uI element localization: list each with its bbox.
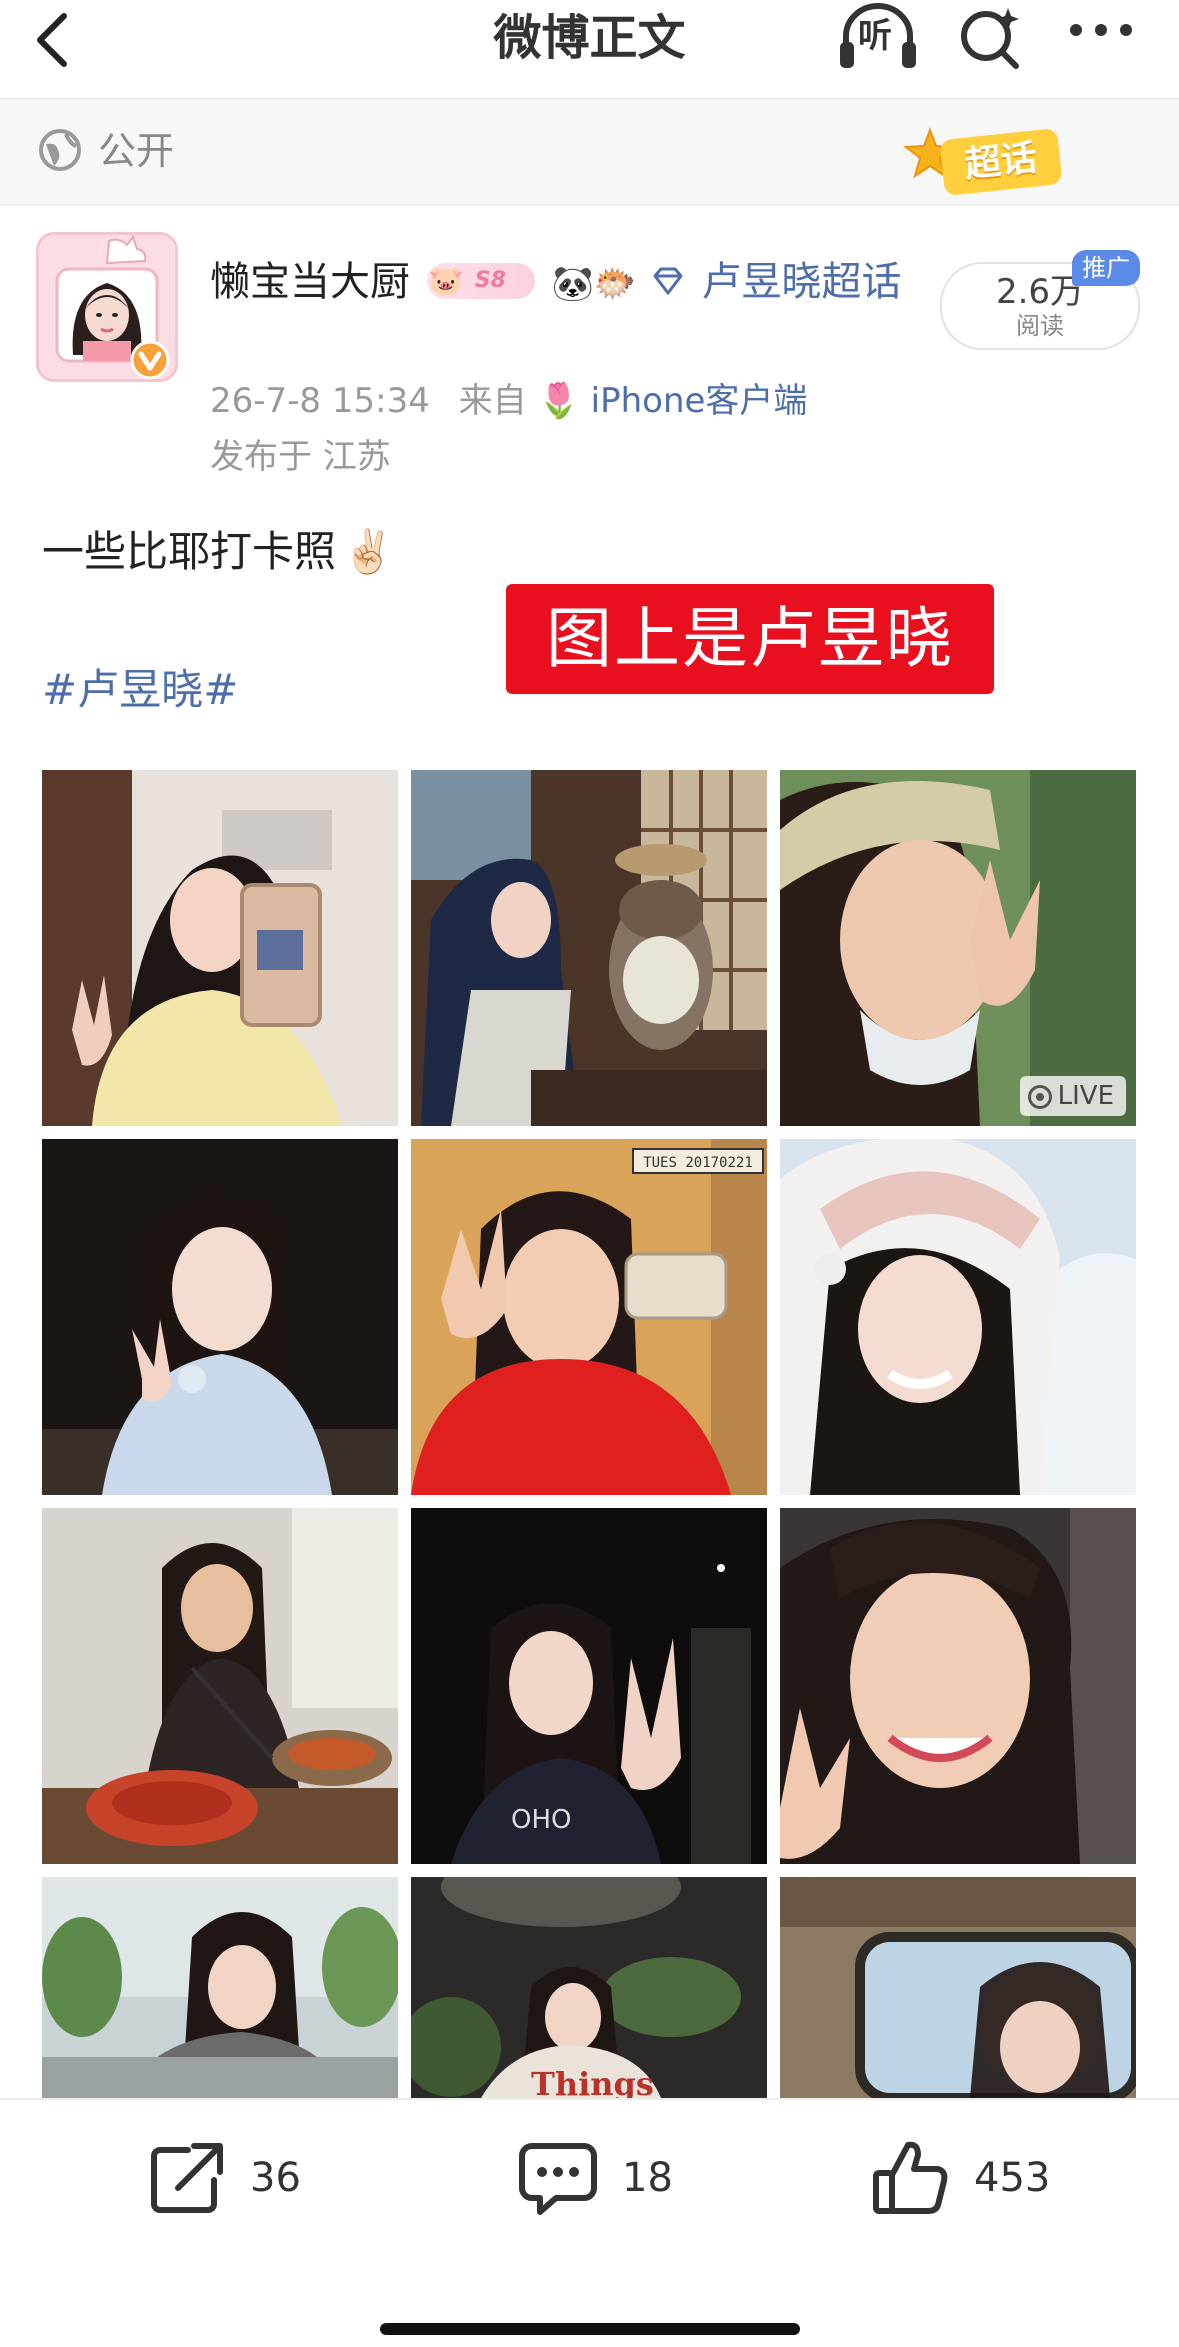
thumbs-up-icon: [873, 2141, 948, 2214]
photo-7[interactable]: [42, 1508, 398, 1864]
tulip-icon: 🌷: [537, 381, 580, 421]
post-time: 26-7-8 15:34: [210, 381, 430, 421]
live-photo-icon: [1027, 1084, 1052, 1109]
supertopic-link[interactable]: 卢昱晓超话: [702, 259, 902, 305]
post-meta: 26-7-8 15:34 来自 🌷 iPhone客户端: [210, 378, 807, 424]
hashtag-link[interactable]: #卢昱晓#: [42, 660, 238, 720]
live-badge[interactable]: LIVE: [1019, 1076, 1126, 1116]
globe-icon: [39, 129, 81, 171]
sweater-text: Things: [531, 2065, 654, 2098]
supertopic-label: 超话: [939, 127, 1063, 197]
post-location: 发布于 江苏: [210, 437, 391, 477]
photo-4-image: [42, 1139, 398, 1495]
comment-icon: [519, 2143, 597, 2215]
share-icon: [151, 2143, 223, 2213]
photo-3-image: [780, 770, 1136, 1126]
photo-6-image: [780, 1139, 1136, 1495]
visibility-label: 公开: [98, 129, 175, 173]
photo-3[interactable]: LIVE: [780, 770, 1136, 1126]
level-badge: 🐷 S8: [426, 263, 535, 299]
like-button[interactable]: 453: [872, 2138, 1050, 2218]
read-label: 阅读: [1016, 312, 1064, 340]
photo-9-image: [780, 1508, 1136, 1864]
author-name-line: 懒宝当大厨 🐷 S8 🐼🐡 卢昱晓超话: [210, 254, 910, 312]
like-count: 453: [974, 2155, 1051, 2201]
photo-11-image: Things: [411, 1877, 767, 2098]
victory-hand-icon: ✌🏻: [342, 527, 395, 576]
supertopic-badge[interactable]: 超话: [903, 118, 1072, 198]
photo-5-image: TUES 20170221: [411, 1139, 767, 1495]
promo-badge: 推广: [1072, 250, 1140, 286]
bunny-icon: 🐷: [428, 264, 464, 297]
source-link[interactable]: iPhone客户端: [591, 381, 808, 421]
photo-2[interactable]: [411, 770, 767, 1126]
post-text-line: 一些比耶打卡照 ✌🏻: [42, 522, 394, 582]
source-prefix: 来自: [458, 381, 527, 421]
photo-1[interactable]: [42, 770, 398, 1126]
photo-6[interactable]: [780, 1139, 1136, 1495]
top-nav-bar: 微博正文 听: [0, 0, 1179, 100]
listen-button[interactable]: 听: [836, 2, 920, 72]
action-bar: [0, 2098, 1179, 2347]
diamond-icon: [653, 267, 683, 295]
date-stamp: TUES 20170221: [643, 1155, 753, 1171]
photo-9[interactable]: [780, 1508, 1136, 1864]
photo-7-image: [42, 1508, 398, 1864]
repost-count: 36: [250, 2155, 301, 2201]
post-text: 一些比耶打卡照: [42, 527, 337, 576]
photo-12[interactable]: [780, 1877, 1136, 2098]
photo-4[interactable]: [42, 1139, 398, 1495]
verified-v-icon: [130, 340, 170, 380]
shirt-text: OHO: [511, 1805, 571, 1835]
live-label: LIVE: [1057, 1081, 1114, 1111]
photo-8[interactable]: OHO: [411, 1508, 767, 1864]
comment-button[interactable]: 18: [518, 2138, 673, 2218]
home-indicator[interactable]: [380, 2323, 800, 2335]
listen-label: 听: [858, 16, 892, 56]
photo-10[interactable]: [42, 1877, 398, 2098]
comment-count: 18: [622, 2155, 673, 2201]
author-name[interactable]: 懒宝当大厨: [210, 259, 410, 305]
photo-11[interactable]: Things: [411, 1877, 767, 2098]
more-dots-icon[interactable]: [1066, 20, 1136, 40]
overlay-caption: 图上是卢昱晓: [506, 584, 994, 694]
repost-button[interactable]: 36: [148, 2138, 301, 2218]
photo-12-image: [780, 1877, 1136, 2098]
photo-8-image: OHO: [411, 1508, 767, 1864]
photo-5[interactable]: TUES 20170221: [411, 1139, 767, 1495]
photo-10-image: [42, 1877, 398, 2098]
search-sparkle-icon[interactable]: [956, 4, 1026, 72]
photo-1-image: [42, 770, 398, 1126]
emoji-badges: 🐼🐡: [551, 264, 637, 304]
photo-2-image: [411, 770, 767, 1126]
